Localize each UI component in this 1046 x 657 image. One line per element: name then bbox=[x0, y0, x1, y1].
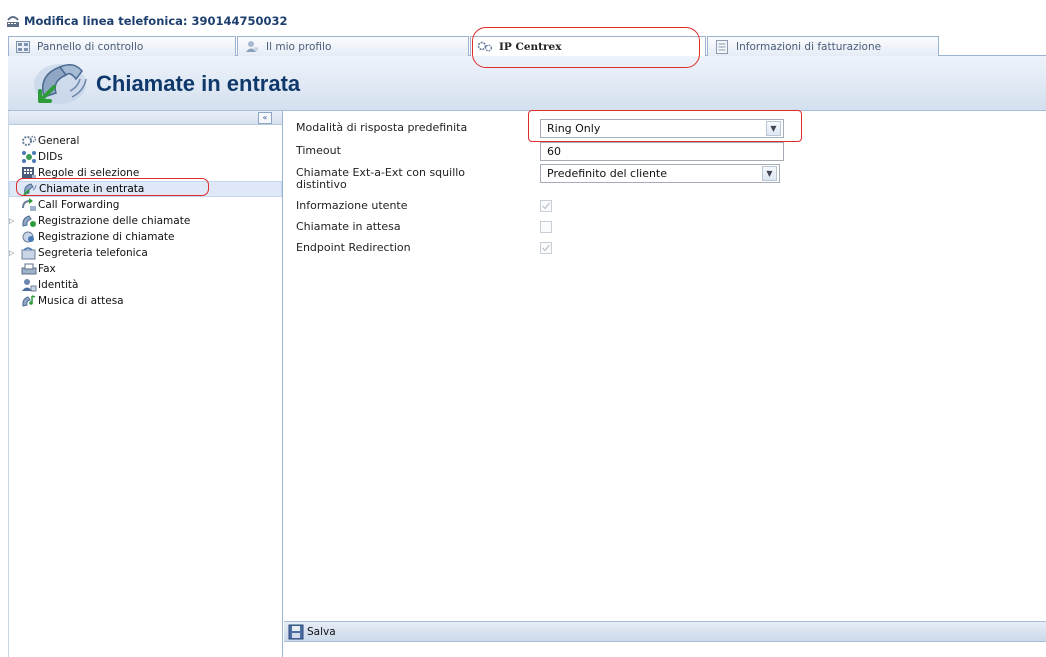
sidebar-item-incoming-calls[interactable]: Chiamate in entrata bbox=[9, 181, 282, 197]
sidebar-item-label: Registrazione di chiamate bbox=[38, 231, 175, 243]
sidebar-toolbar: « bbox=[9, 111, 282, 125]
page-header: Chiamate in entrata bbox=[8, 56, 1046, 111]
sidebar-item-voicemail[interactable]: ▷ Segreteria telefonica bbox=[9, 245, 282, 261]
call-forwarding-icon bbox=[21, 198, 37, 212]
expand-arrow-icon[interactable]: ▷ bbox=[9, 217, 17, 225]
tab-label: Pannello di controllo bbox=[37, 40, 144, 53]
user-info-label: Informazione utente bbox=[296, 199, 408, 212]
sidebar-item-label: Identità bbox=[38, 279, 79, 291]
control-panel-icon bbox=[15, 40, 31, 54]
tab-ip-centrex[interactable]: IP Centrex bbox=[470, 36, 706, 56]
gear-icon bbox=[21, 134, 37, 148]
tab-label: Informazioni di fatturazione bbox=[736, 40, 882, 53]
sidebar-item-general[interactable]: General bbox=[9, 133, 282, 149]
sidebar-tree: General DIDs Regole di selezione Chiamat… bbox=[9, 125, 282, 309]
sidebar-item-music-on-hold[interactable]: Musica di attesa bbox=[9, 293, 282, 309]
timeout-input[interactable]: 60 bbox=[540, 142, 784, 161]
dial-rules-icon bbox=[21, 166, 37, 180]
call-waiting-row: Chiamate in attesa bbox=[296, 221, 516, 233]
endpoint-redirection-label: Endpoint Redirection bbox=[296, 241, 411, 254]
call-waiting-checkbox[interactable] bbox=[540, 221, 552, 233]
sidebar-item-label: Musica di attesa bbox=[38, 295, 124, 307]
timeout-label: Timeout bbox=[296, 144, 341, 157]
floppy-disk-icon bbox=[288, 624, 304, 640]
distinctive-ring-row: Chiamate Ext-a-Ext con squillo distintiv… bbox=[296, 167, 511, 191]
sidebar-item-label: DIDs bbox=[38, 151, 63, 163]
answer-mode-row: Modalità di risposta predefinita bbox=[296, 122, 516, 134]
answer-mode-value: Ring Only bbox=[547, 122, 601, 135]
incoming-call-phone-icon bbox=[30, 57, 90, 109]
sidebar-item-call-forwarding[interactable]: Call Forwarding bbox=[9, 197, 282, 213]
chevron-down-icon[interactable]: ▼ bbox=[766, 121, 781, 136]
sidebar-item-label: Chiamate in entrata bbox=[39, 183, 145, 195]
incoming-call-icon bbox=[22, 182, 38, 196]
endpoint-redirection-checkbox[interactable] bbox=[540, 242, 552, 254]
form-footer-toolbar: Salva bbox=[284, 621, 1046, 642]
save-label: Salva bbox=[307, 625, 336, 638]
answer-mode-select[interactable]: Ring Only ▼ bbox=[540, 119, 784, 138]
window-title: Modifica linea telefonica: 390144750032 bbox=[24, 14, 288, 28]
sidebar-item-fax[interactable]: Fax bbox=[9, 261, 282, 277]
save-button[interactable]: Salva bbox=[288, 624, 336, 640]
user-info-checkbox[interactable] bbox=[540, 200, 552, 212]
page-title: Chiamate in entrata bbox=[96, 71, 301, 96]
billing-document-icon bbox=[714, 39, 730, 54]
tab-my-profile[interactable]: Il mio profilo bbox=[237, 36, 469, 56]
collapse-sidebar-button[interactable]: « bbox=[258, 112, 272, 124]
sidebar-item-label: General bbox=[38, 135, 80, 147]
network-icon bbox=[21, 150, 37, 164]
sidebar-item-label: Call Forwarding bbox=[38, 199, 120, 211]
sidebar-item-label: Regole di selezione bbox=[38, 167, 140, 179]
tab-label: Il mio profilo bbox=[266, 40, 332, 53]
sidebar-item-label: Fax bbox=[38, 263, 56, 275]
call-recording-icon bbox=[21, 214, 37, 228]
call-waiting-label: Chiamate in attesa bbox=[296, 220, 401, 233]
tab-control-panel[interactable]: Pannello di controllo bbox=[8, 36, 236, 56]
distinctive-ring-select[interactable]: Predefinito del cliente ▼ bbox=[540, 164, 780, 183]
chevron-down-icon[interactable]: ▼ bbox=[762, 166, 777, 181]
sidebar-item-dids[interactable]: DIDs bbox=[9, 149, 282, 165]
window-title-bar: Modifica linea telefonica: 390144750032 bbox=[0, 10, 1046, 32]
sidebar-item-label: Segreteria telefonica bbox=[38, 247, 148, 259]
voicemail-icon bbox=[21, 246, 37, 260]
endpoint-redirection-row: Endpoint Redirection bbox=[296, 242, 516, 254]
sidebar-item-label: Registrazione delle chiamate bbox=[38, 215, 191, 227]
user-info-row: Informazione utente bbox=[296, 200, 516, 212]
tab-label: IP Centrex bbox=[499, 40, 562, 53]
music-on-hold-icon bbox=[21, 294, 37, 308]
sidebar-item-call-log[interactable]: Registrazione di chiamate bbox=[9, 229, 282, 245]
expand-arrow-icon[interactable]: ▷ bbox=[9, 249, 17, 257]
phone-line-icon bbox=[6, 14, 20, 28]
checkmark-icon bbox=[542, 244, 551, 252]
ip-centrex-icon bbox=[477, 40, 493, 54]
settings-form: Modalità di risposta predefinita Ring On… bbox=[284, 111, 1046, 621]
sidebar-item-call-recording[interactable]: ▷ Registrazione delle chiamate bbox=[9, 213, 282, 229]
main-tabs: Pannello di controllo Il mio profilo IP … bbox=[8, 36, 1046, 56]
timeout-value: 60 bbox=[547, 145, 561, 158]
sidebar-item-identity[interactable]: Identità bbox=[9, 277, 282, 293]
distinctive-ring-label: Chiamate Ext-a-Ext con squillo distintiv… bbox=[296, 166, 466, 191]
sidebar-navigation: « General DIDs Regole di selezione Chiam… bbox=[8, 111, 283, 657]
user-profile-icon bbox=[244, 40, 260, 54]
checkmark-icon bbox=[542, 202, 551, 210]
answer-mode-label: Modalità di risposta predefinita bbox=[296, 121, 468, 134]
identity-icon bbox=[21, 278, 37, 292]
tab-billing-info[interactable]: Informazioni di fatturazione bbox=[707, 36, 939, 56]
distinctive-ring-value: Predefinito del cliente bbox=[547, 167, 668, 180]
fax-icon bbox=[21, 262, 37, 276]
call-log-icon bbox=[21, 230, 37, 244]
timeout-row: Timeout bbox=[296, 145, 516, 157]
sidebar-item-dial-rules[interactable]: Regole di selezione bbox=[9, 165, 282, 181]
